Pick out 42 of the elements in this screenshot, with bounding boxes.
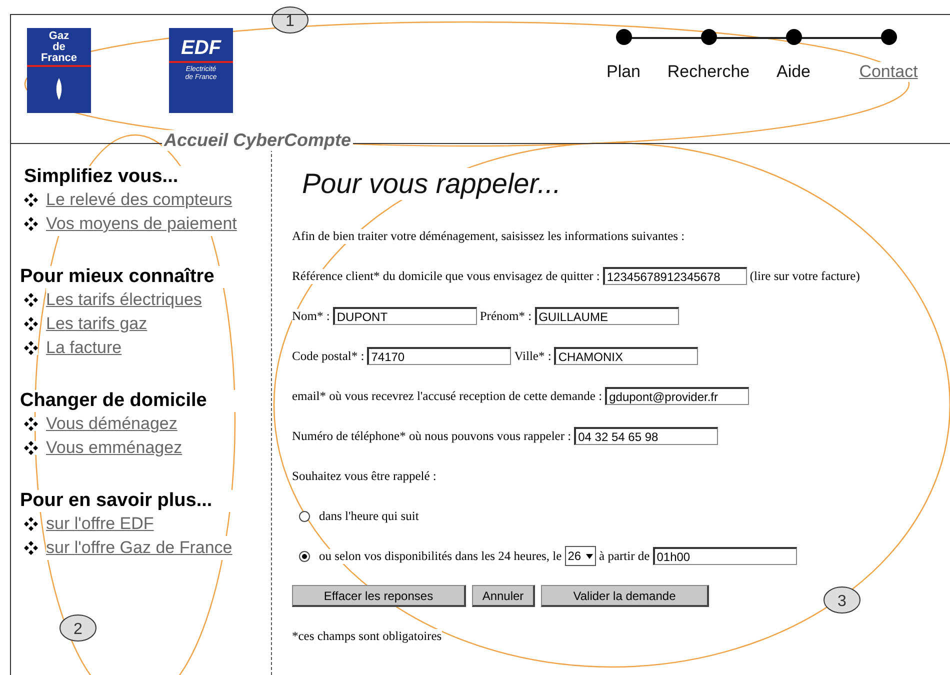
form-button[interactable]: Annuler (472, 585, 535, 607)
nav-dot-icon (616, 29, 632, 45)
form-label: Numéro de téléphone* où nous pouvons vous rappeler : (292, 428, 572, 444)
form-label: à partir de (599, 548, 650, 564)
required-note: *ces champs sont obligatoires (292, 628, 442, 644)
form-label: Nom* : (292, 308, 330, 324)
nav-dot-icon (700, 29, 716, 45)
annotation-marker: 1 (272, 6, 308, 34)
input-field[interactable]: 74170 (367, 347, 512, 365)
sidebar-link[interactable]: sur l'offre Gaz de France (46, 536, 232, 560)
radio-button[interactable] (299, 550, 310, 562)
form-label: dans l'heure qui suit (319, 508, 419, 524)
form-label: email* où vous recevrez l'accusé reception de cette demande : (292, 388, 602, 404)
form-label: (lire sur votre facture) (750, 268, 860, 284)
input-field[interactable]: 01h00 (652, 547, 797, 565)
nav-link[interactable]: Contact (859, 62, 918, 82)
day-dropdown[interactable]: 26 (564, 546, 596, 566)
form-label: ou selon vos disponibilités dans les 24 heures, le (319, 548, 562, 564)
form-button[interactable]: Effacer les reponses (292, 585, 466, 607)
input-field[interactable]: gdupont@provider.fr (605, 387, 750, 405)
input-field[interactable]: GUILLAUME (534, 307, 679, 325)
form-label: Ville* : (514, 348, 552, 364)
dropdown-arrow-icon (586, 554, 593, 558)
input-field[interactable]: 04 32 54 65 98 (574, 427, 718, 445)
form-label: Afin de bien traiter votre déménagement, saisissez les informations suivantes : (292, 228, 685, 244)
form-label: Prénom* : (480, 308, 532, 324)
radio-button[interactable] (299, 510, 310, 522)
site-title: Accueil CyberCompte (162, 130, 354, 151)
nav-dot-icon (786, 29, 802, 45)
nav-dot-icon (880, 29, 896, 45)
input-field[interactable]: CHAMONIX (554, 347, 698, 365)
input-field[interactable]: DUPONT (332, 307, 477, 325)
input-field[interactable]: 12345678912345678 (602, 267, 747, 285)
form-label: Code postal* : (292, 348, 364, 364)
annotation-marker: 3 (824, 586, 860, 614)
form-label: Souhaitez vous être rappelé : (292, 468, 436, 484)
form-label: Référence client* du domicile que vous envisagez de quitter : (292, 268, 600, 284)
logo: Gaz de France (27, 28, 91, 113)
annotation-marker: 2 (60, 614, 96, 642)
form-button[interactable]: Valider la demande (541, 585, 709, 607)
sidebar-link[interactable]: Le relevé des compteurs (46, 188, 232, 212)
sidebar-link[interactable]: Vos moyens de paiement (46, 212, 237, 236)
